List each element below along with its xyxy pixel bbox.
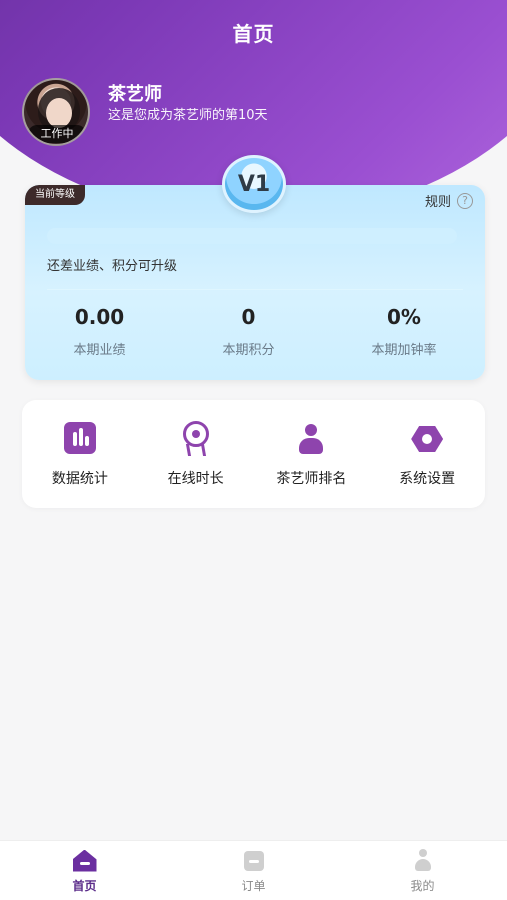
profile-icon bbox=[409, 848, 437, 874]
stat-points: 0 本期积分 bbox=[222, 305, 274, 358]
profile-subtitle: 这是您成为茶艺师的第10天 bbox=[108, 108, 268, 123]
shortcut-label: 茶艺师排名 bbox=[276, 471, 347, 487]
level-stats: 0.00 本期业绩 0 本期积分 0% 本期加钟率 bbox=[25, 305, 485, 358]
stat-label: 本期业绩 bbox=[73, 343, 126, 358]
page-title: 首页 bbox=[232, 22, 275, 46]
status-badge: 工作中 bbox=[28, 125, 86, 143]
rules-link[interactable]: 规则 ? bbox=[425, 191, 473, 210]
shortcut-online-duration[interactable]: 在线时长 bbox=[143, 420, 248, 488]
stat-overtime-rate: 0% 本期加钟率 bbox=[371, 305, 436, 358]
nav-orders[interactable]: 订单 bbox=[194, 848, 314, 894]
stats-icon bbox=[60, 420, 100, 460]
profile-name: 茶艺师 bbox=[108, 84, 162, 105]
home-screen: 首页 工作中 茶艺师 这是您成为茶艺师的第10天 当前等级 规则 ? 还差业绩、… bbox=[0, 0, 507, 900]
stat-value: 0.00 bbox=[74, 305, 125, 329]
rules-label: 规则 bbox=[424, 195, 451, 210]
help-icon: ? bbox=[457, 192, 473, 209]
avatar-face-graphic bbox=[46, 98, 72, 128]
shortcut-label: 在线时长 bbox=[167, 471, 224, 487]
stat-label: 本期积分 bbox=[222, 343, 275, 358]
award-icon bbox=[176, 420, 216, 460]
nav-label: 订单 bbox=[241, 878, 266, 893]
settings-hex-icon bbox=[407, 420, 447, 460]
stat-performance: 0.00 本期业绩 bbox=[73, 305, 125, 358]
current-level-tag: 当前等级 bbox=[25, 185, 85, 205]
nav-profile[interactable]: 我的 bbox=[363, 848, 483, 894]
person-icon bbox=[291, 420, 331, 460]
upgrade-hint: 还差业绩、积分可升级 bbox=[47, 259, 178, 274]
level-badge: V1 bbox=[222, 155, 286, 213]
level-progress-bar bbox=[47, 228, 457, 244]
nav-label: 我的 bbox=[410, 878, 435, 893]
shortcut-settings[interactable]: 系统设置 bbox=[375, 420, 480, 488]
bottom-navigation: 首页 订单 我的 bbox=[0, 840, 507, 900]
shortcut-panel: 数据统计 在线时长 茶艺师排名 系统设置 bbox=[22, 400, 485, 508]
shortcut-label: 数据统计 bbox=[51, 471, 108, 487]
nav-label: 首页 bbox=[72, 878, 97, 893]
stat-label: 本期加钟率 bbox=[371, 343, 437, 358]
level-badge-text: V1 bbox=[237, 172, 271, 197]
stat-value: 0% bbox=[387, 305, 421, 329]
shortcut-ranking[interactable]: 茶艺师排名 bbox=[259, 420, 364, 488]
level-card: 当前等级 规则 ? 还差业绩、积分可升级 0.00 本期业绩 0 本期积分 0%… bbox=[25, 185, 485, 380]
home-icon bbox=[71, 848, 99, 874]
nav-home[interactable]: 首页 bbox=[25, 848, 145, 894]
shortcut-data-statistics[interactable]: 数据统计 bbox=[27, 420, 132, 488]
avatar[interactable]: 工作中 bbox=[22, 78, 90, 146]
orders-icon bbox=[240, 848, 268, 874]
shortcut-label: 系统设置 bbox=[399, 471, 456, 487]
card-divider bbox=[47, 289, 463, 290]
stat-value: 0 bbox=[241, 305, 256, 329]
